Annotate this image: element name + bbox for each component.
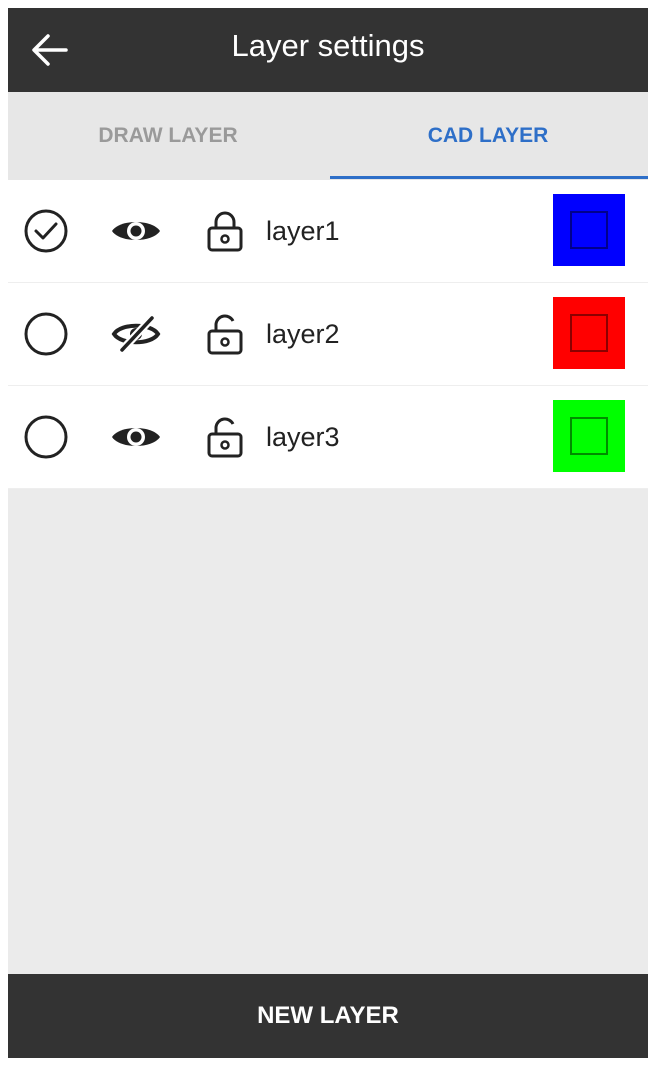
eye-icon[interactable]	[106, 211, 166, 251]
layer-color-swatch[interactable]	[553, 400, 625, 472]
layer-name: layer3	[266, 422, 340, 452]
swatch-inner-square	[570, 417, 608, 455]
lock-open-icon[interactable]	[202, 414, 248, 460]
swatch-inner-square	[570, 211, 608, 249]
layer-name: layer2	[266, 319, 340, 349]
page-title: Layer settings	[231, 28, 425, 63]
layer-tabs: DRAW LAYER CAD LAYER	[8, 92, 648, 180]
app-bar: Layer settings	[8, 8, 648, 92]
active-tab-indicator	[330, 176, 648, 179]
layer-name: layer1	[266, 216, 340, 246]
lock-open-icon[interactable]	[202, 311, 248, 357]
layer-color-swatch[interactable]	[553, 194, 625, 266]
unselected-radio-icon[interactable]	[20, 308, 72, 360]
selected-check-icon[interactable]	[20, 205, 72, 257]
layer-row-layer1[interactable]: layer1	[8, 180, 648, 283]
app-screen: Layer settings DRAW LAYER CAD LAYER laye…	[8, 8, 648, 1058]
swatch-inner-square	[570, 314, 608, 352]
eye-icon[interactable]	[106, 417, 166, 457]
lock-closed-icon[interactable]	[202, 208, 248, 254]
new-layer-button[interactable]: NEW LAYER	[8, 974, 648, 1058]
tab-draw-layer[interactable]: DRAW LAYER	[8, 92, 328, 180]
layer-row-layer3[interactable]: layer3	[8, 386, 648, 489]
tab-cad-layer[interactable]: CAD LAYER	[328, 92, 648, 180]
layer-row-layer2[interactable]: layer2	[8, 283, 648, 386]
layer-color-swatch[interactable]	[553, 297, 625, 369]
layer-list: layer1 layer2 layer3	[8, 180, 648, 489]
unselected-radio-icon[interactable]	[20, 411, 72, 463]
eye-off-icon[interactable]	[106, 314, 166, 354]
